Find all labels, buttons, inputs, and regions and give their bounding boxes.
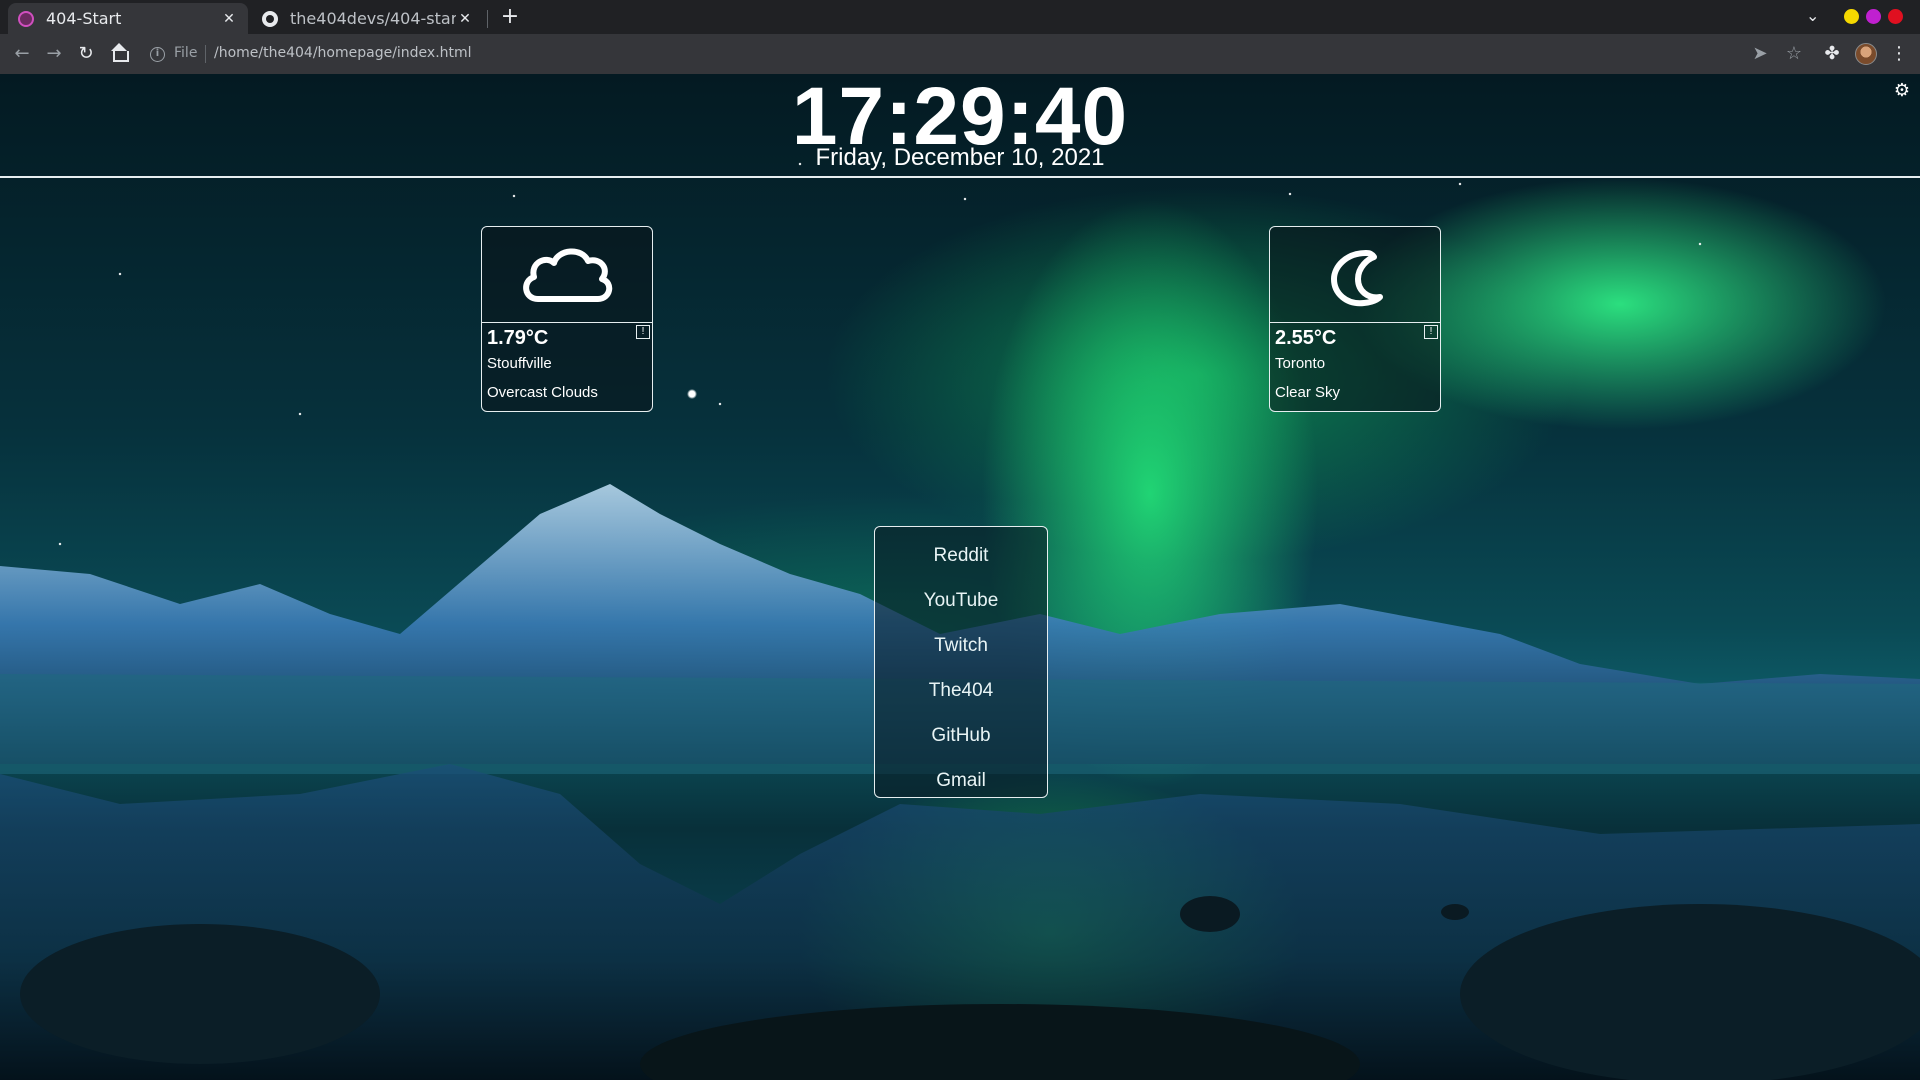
bookmark-star-icon[interactable]: ☆ <box>1780 40 1808 68</box>
weather-alert-icon[interactable]: ! <box>636 325 650 339</box>
minimize-button[interactable] <box>1844 9 1859 24</box>
url-scheme: File <box>174 45 198 61</box>
moon-icon <box>1270 227 1440 323</box>
weather-city: Toronto <box>1275 355 1326 372</box>
url-divider <box>205 45 206 63</box>
tab-404-start[interactable]: 404-Start ✕ <box>8 3 248 34</box>
avatar[interactable] <box>1855 43 1877 65</box>
menu-kebab-icon[interactable]: ⋮ <box>1885 40 1913 68</box>
cloud-icon <box>482 227 652 323</box>
weather-card-stouffville: ! 1.79°C Stouffville Overcast Clouds <box>481 226 653 412</box>
start-page: 17:29:40 Friday, December 10, 2021 ⚙ ! 1… <box>0 74 1920 1080</box>
clock-date: Friday, December 10, 2021 <box>815 144 1105 171</box>
back-button[interactable]: ← <box>8 40 36 68</box>
forward-button[interactable]: → <box>40 40 68 68</box>
weather-alert-icon[interactable]: ! <box>1424 325 1438 339</box>
weather-card-toronto: ! 2.55°C Toronto Clear Sky <box>1269 226 1441 412</box>
link-gmail[interactable]: Gmail <box>875 758 1047 803</box>
link-github[interactable]: GitHub <box>875 713 1047 758</box>
link-youtube[interactable]: YouTube <box>875 578 1047 623</box>
browser-toolbar: ← → ↻ i File /home/the404/homepage/index… <box>0 34 1920 74</box>
close-tab-icon[interactable]: ✕ <box>220 11 238 27</box>
tab-title: 404-Start <box>46 9 122 28</box>
extensions-icon[interactable]: ✤ <box>1818 40 1846 68</box>
link-twitch[interactable]: Twitch <box>875 623 1047 668</box>
clock-header: 17:29:40 Friday, December 10, 2021 ⚙ <box>0 74 1920 178</box>
send-tab-icon[interactable]: ➤ <box>1746 40 1774 68</box>
weather-temperature: 2.55°C <box>1275 327 1337 349</box>
maximize-button[interactable] <box>1866 9 1881 24</box>
tab-github[interactable]: the404devs/404-start: ✕ <box>252 3 484 34</box>
link-the404[interactable]: The404 <box>875 668 1047 713</box>
tab-title: the404devs/404-start: <box>290 9 456 28</box>
weather-city: Stouffville <box>487 355 552 372</box>
reload-button[interactable]: ↻ <box>72 40 100 68</box>
quick-links-panel: Reddit YouTube Twitch The404 GitHub Gmai… <box>874 526 1048 798</box>
site-info-icon[interactable]: i <box>150 47 165 62</box>
weather-description: Overcast Clouds <box>487 384 598 401</box>
new-tab-button[interactable]: + <box>496 4 524 32</box>
weather-temperature: 1.79°C <box>487 327 549 349</box>
gear-icon[interactable]: ⚙ <box>1893 82 1911 100</box>
home-icon[interactable] <box>110 43 129 62</box>
link-reddit[interactable]: Reddit <box>875 533 1047 578</box>
address-bar[interactable]: /home/the404/homepage/index.html <box>214 45 472 61</box>
github-icon <box>262 10 278 27</box>
tab-bar: 404-Start ✕ the404devs/404-start: ✕ + ⌄ <box>0 0 1920 34</box>
app-favicon-icon <box>18 10 34 27</box>
close-tab-icon[interactable]: ✕ <box>456 11 474 27</box>
close-window-button[interactable] <box>1888 9 1903 24</box>
tab-search-chevron-icon[interactable]: ⌄ <box>1806 6 1819 25</box>
weather-description: Clear Sky <box>1275 384 1341 401</box>
tab-divider <box>487 10 488 28</box>
